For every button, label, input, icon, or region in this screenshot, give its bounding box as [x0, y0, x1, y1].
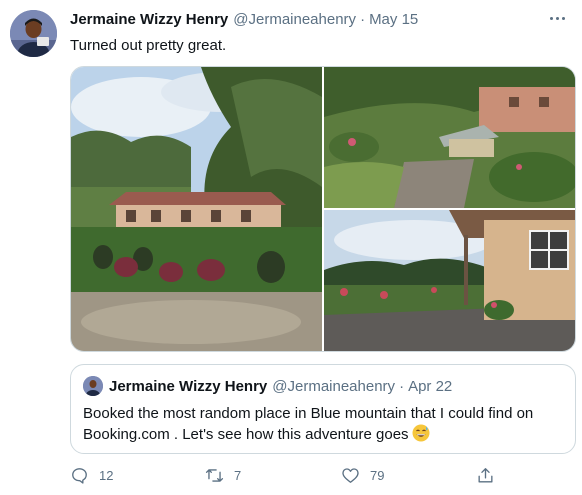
tweet-text: Turned out pretty great.	[70, 37, 227, 54]
more-horizontal-icon[interactable]	[544, 10, 570, 26]
garden-path-photo[interactable]	[324, 67, 575, 208]
author-handle[interactable]: @Jermaineahenry	[233, 11, 356, 28]
quoted-date: Apr 22	[408, 378, 453, 395]
retweet-button[interactable]: 7	[205, 466, 241, 485]
verandah-view-photo[interactable]	[324, 210, 575, 351]
author-name[interactable]: Jermaine Wizzy Henry	[70, 11, 228, 28]
action-bar: 12 7 79	[70, 466, 510, 488]
quoted-header: Jermaine Wizzy Henry @Jermaineahenry · A…	[109, 378, 452, 395]
reply-icon	[70, 466, 89, 485]
retweet-icon	[205, 466, 224, 485]
retweet-count: 7	[234, 468, 242, 483]
house-with-garden-photo[interactable]	[71, 67, 322, 351]
quoted-author-handle: @Jermaineahenry	[272, 378, 396, 395]
share-button[interactable]	[476, 466, 495, 485]
avatar[interactable]	[10, 10, 57, 57]
tweet-header: Jermaine Wizzy Henry @Jermaineahenry · M…	[70, 11, 418, 31]
reply-button[interactable]: 12	[70, 466, 113, 485]
separator-dot: ·	[360, 11, 366, 28]
quoted-text: Booked the most random place in Blue mou…	[83, 405, 534, 443]
media-grid	[70, 66, 576, 352]
quoted-author-name: Jermaine Wizzy Henry	[109, 378, 268, 395]
reply-count: 12	[99, 468, 114, 483]
grinning-sweat-emoji	[412, 424, 430, 442]
like-count: 79	[370, 468, 385, 483]
quoted-avatar	[83, 376, 103, 396]
quoted-separator-dot: ·	[399, 378, 405, 395]
quoted-text-container: Booked the most random place in Blue mou…	[83, 404, 563, 445]
heart-icon	[341, 466, 360, 485]
share-icon	[476, 466, 495, 485]
like-button[interactable]: 79	[341, 466, 384, 485]
quoted-tweet[interactable]: Jermaine Wizzy Henry @Jermaineahenry · A…	[70, 364, 576, 454]
tweet-date[interactable]: May 15	[369, 11, 418, 28]
